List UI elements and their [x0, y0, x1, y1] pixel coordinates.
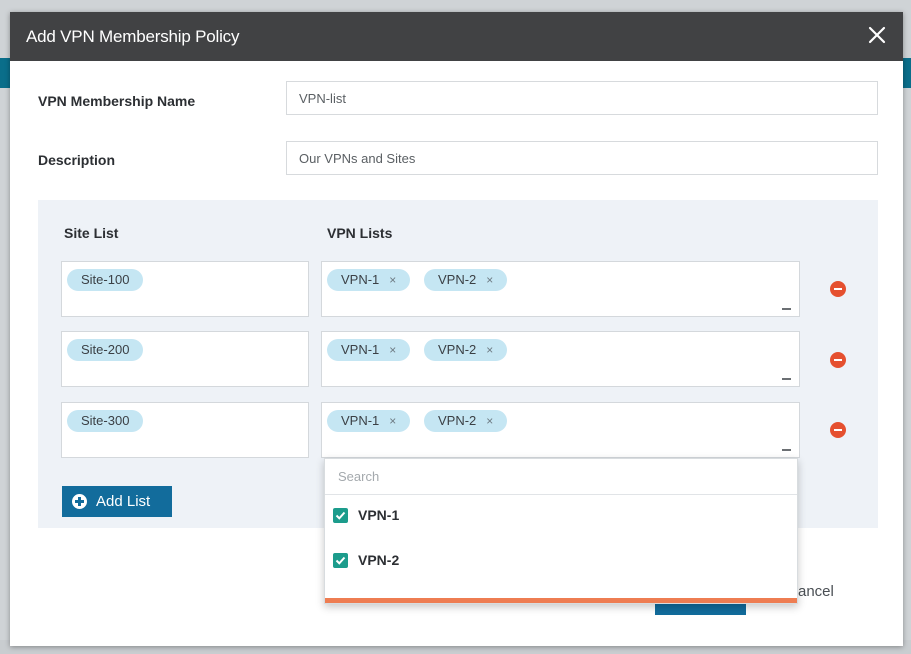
remove-row-icon[interactable] — [830, 352, 846, 368]
remove-row-icon[interactable] — [830, 281, 846, 297]
scroll-handle — [782, 308, 791, 310]
add-list-button[interactable]: Add List — [62, 486, 172, 517]
checkbox-checked-icon[interactable] — [333, 553, 348, 568]
vpn-chip: VPN-2 × — [424, 410, 508, 432]
vpn-select-1[interactable]: VPN-1 × VPN-2 × — [321, 261, 800, 317]
scroll-handle — [782, 449, 791, 451]
chip-remove-icon[interactable]: × — [486, 414, 493, 428]
description-label: Description — [38, 152, 116, 168]
vpn-chip-label: VPN-2 — [438, 413, 477, 428]
site-select-1[interactable]: Site-100 — [61, 261, 309, 317]
site-select-3[interactable]: Site-300 — [61, 402, 309, 458]
checkbox-checked-icon[interactable] — [333, 508, 348, 523]
add-list-label: Add List — [96, 493, 151, 510]
dropdown-search-input[interactable] — [325, 459, 797, 495]
site-chip: Site-300 — [67, 410, 144, 432]
dropdown-option-label: VPN-1 — [358, 507, 400, 523]
dropdown-option-vpn-2[interactable]: VPN-2 — [333, 549, 773, 573]
vpn-chip-label: VPN-1 — [341, 413, 380, 428]
vpn-chip: VPN-2 × — [424, 339, 508, 361]
vpn-chip-label: VPN-1 — [341, 272, 380, 287]
dialog-title: Add VPN Membership Policy — [26, 27, 240, 46]
vpn-chip: VPN-1 × — [327, 339, 411, 361]
description-input[interactable] — [286, 141, 878, 175]
dropdown-accent-bar — [325, 598, 797, 603]
site-select-2[interactable]: Site-200 — [61, 331, 309, 387]
chip-remove-icon[interactable]: × — [486, 343, 493, 357]
scroll-handle — [782, 378, 791, 380]
chip-remove-icon[interactable]: × — [389, 414, 396, 428]
membership-name-label: VPN Membership Name — [38, 93, 196, 109]
vpn-chip: VPN-2 × — [424, 269, 508, 291]
dropdown-option-vpn-1[interactable]: VPN-1 — [333, 504, 773, 528]
close-icon[interactable] — [863, 21, 891, 49]
site-chip: Site-200 — [67, 339, 144, 361]
dropdown-option-label: VPN-2 — [358, 552, 400, 568]
site-chip: Site-100 — [67, 269, 144, 291]
vpn-dropdown-menu: VPN-1 VPN-2 — [324, 458, 798, 604]
chip-remove-icon[interactable]: × — [486, 273, 493, 287]
membership-name-input[interactable] — [286, 81, 878, 115]
remove-row-icon[interactable] — [830, 422, 846, 438]
vpn-chip-label: VPN-1 — [341, 342, 380, 357]
vpn-select-2[interactable]: VPN-1 × VPN-2 × — [321, 331, 800, 387]
dialog-titlebar: Add VPN Membership Policy — [10, 12, 903, 61]
chip-remove-icon[interactable]: × — [389, 273, 396, 287]
vpn-chip-label: VPN-2 — [438, 342, 477, 357]
cancel-button[interactable]: ancel — [798, 583, 834, 600]
vpn-chip-label: VPN-2 — [438, 272, 477, 287]
vpn-chip: VPN-1 × — [327, 269, 411, 291]
vpn-lists-header: VPN Lists — [327, 225, 393, 241]
vpn-select-3[interactable]: VPN-1 × VPN-2 × — [321, 402, 800, 458]
site-list-header: Site List — [64, 225, 119, 241]
vpn-membership-dialog: Add VPN Membership Policy VPN Membership… — [10, 12, 903, 646]
vpn-chip: VPN-1 × — [327, 410, 411, 432]
chip-remove-icon[interactable]: × — [389, 343, 396, 357]
plus-circle-icon — [72, 494, 87, 509]
